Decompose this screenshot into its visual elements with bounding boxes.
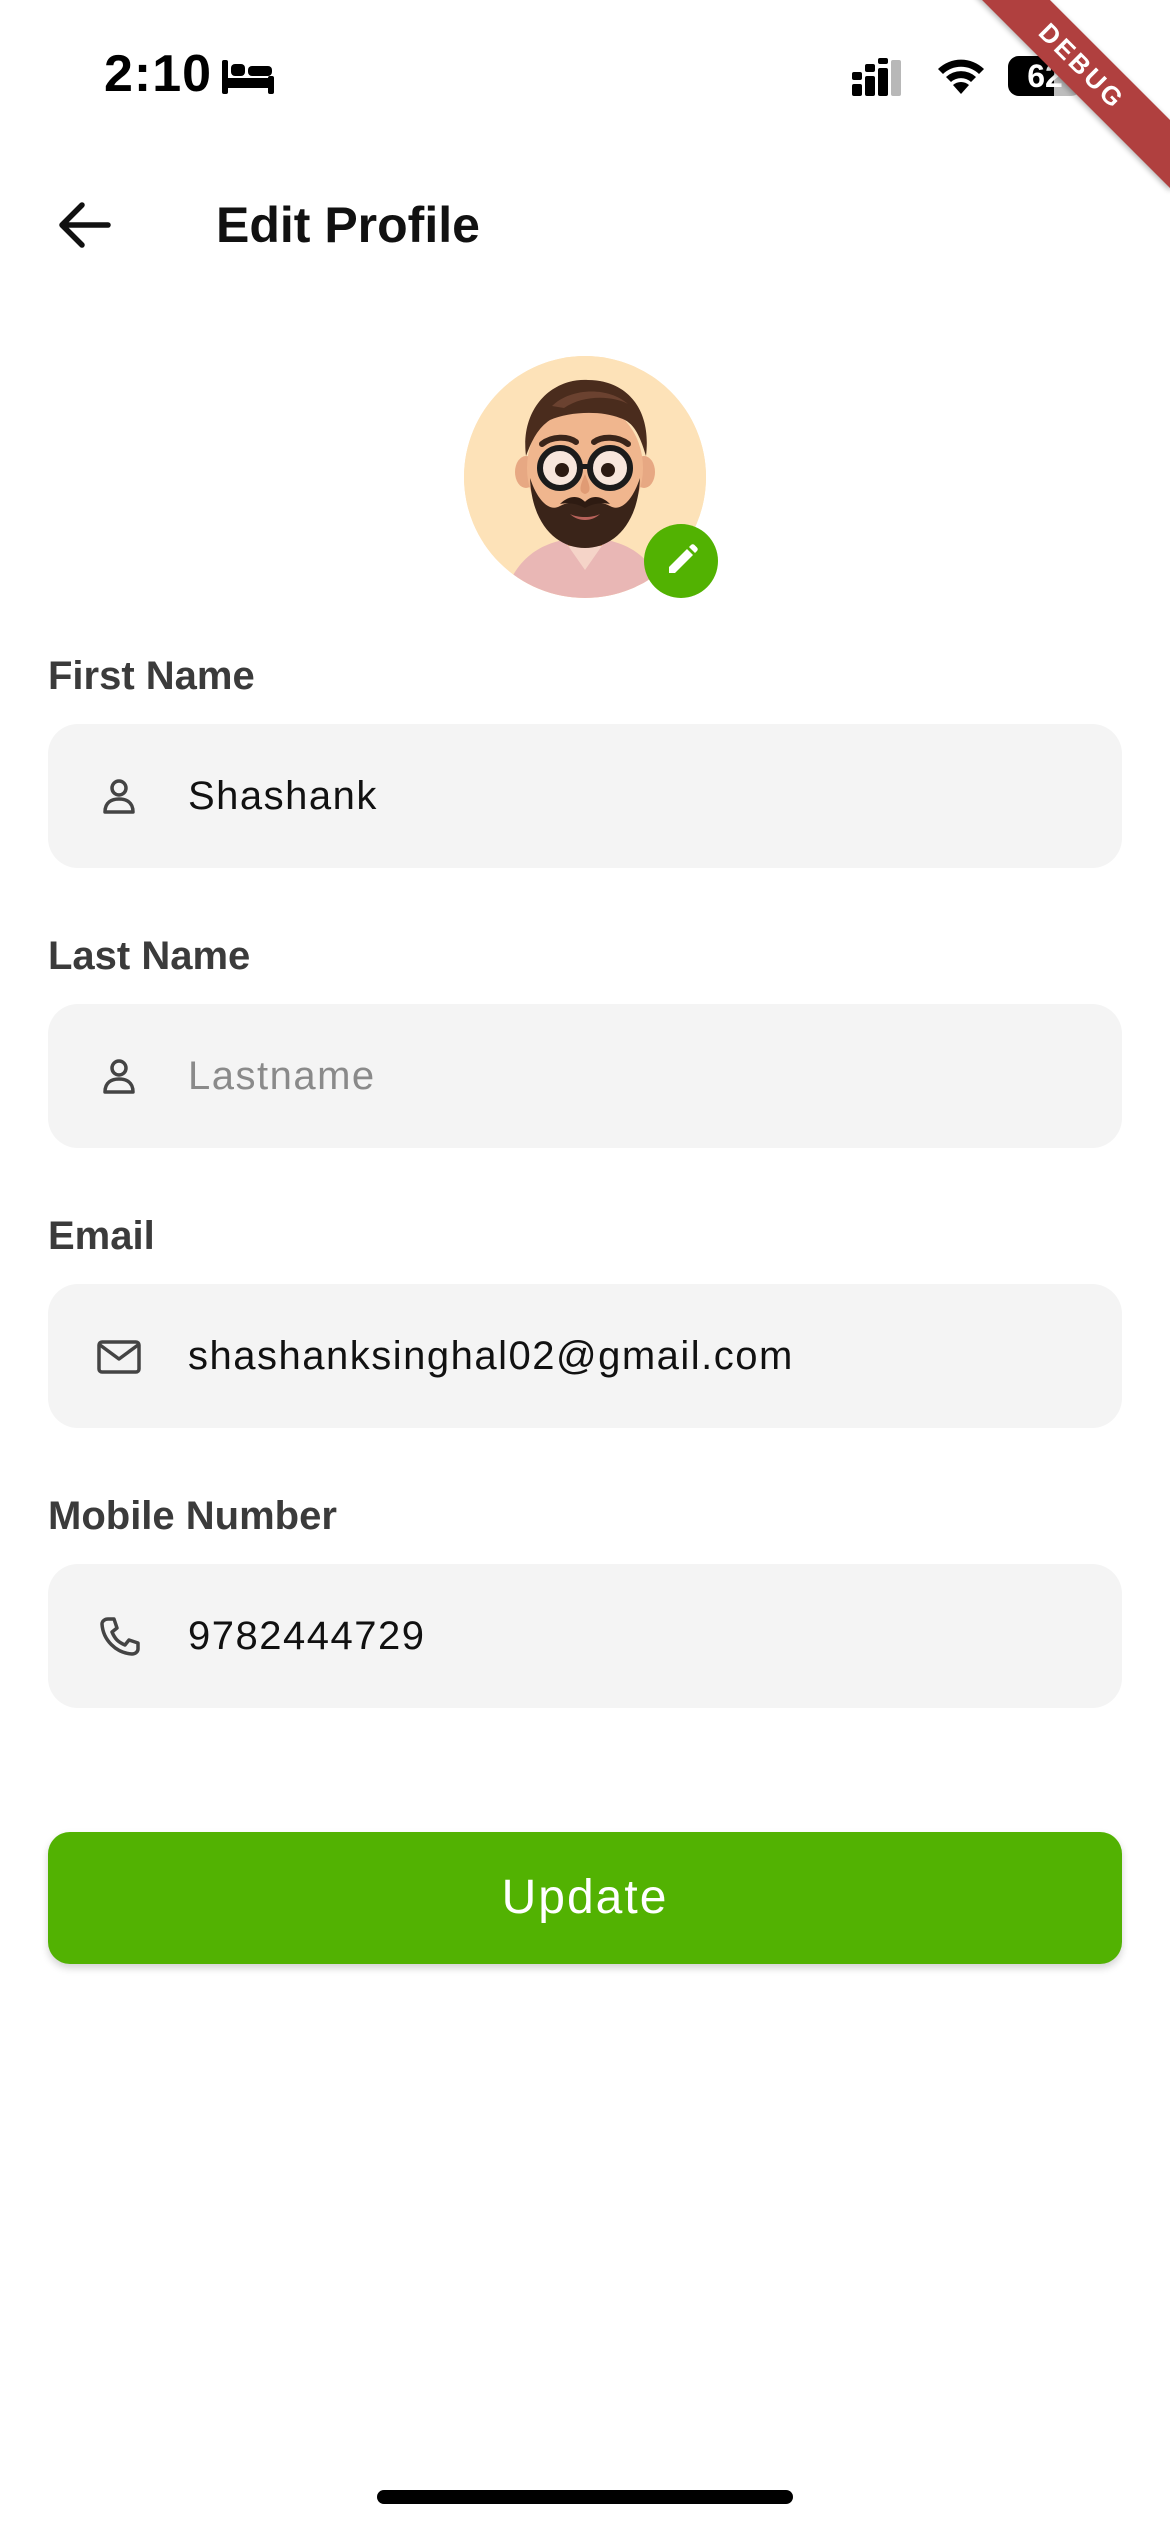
arrow-left-icon bbox=[59, 202, 111, 248]
last-name-input[interactable]: Lastname bbox=[188, 1054, 1122, 1099]
last-name-label: Last Name bbox=[48, 934, 251, 978]
app-bar: Edit Profile bbox=[0, 170, 1170, 280]
status-bar: 2:10 62 DEBUG bbox=[0, 0, 1170, 190]
mobile-number-input[interactable]: 9782444729 bbox=[188, 1614, 1122, 1659]
page-title: Edit Profile bbox=[216, 197, 480, 253]
first-name-group: First Name Shashank bbox=[48, 636, 1122, 868]
mail-icon bbox=[96, 1333, 142, 1379]
first-name-label: First Name bbox=[48, 654, 255, 698]
email-input[interactable]: shashanksinghal02@gmail.com bbox=[188, 1334, 1122, 1379]
last-name-group: Last Name Lastname bbox=[48, 916, 1122, 1148]
first-name-input[interactable]: Shashank bbox=[188, 774, 1122, 819]
mobile-number-group: Mobile Number 9782444729 bbox=[48, 1476, 1122, 1708]
email-field[interactable]: shashanksinghal02@gmail.com bbox=[48, 1284, 1122, 1428]
mobile-number-label: Mobile Number bbox=[48, 1494, 337, 1538]
back-button[interactable] bbox=[44, 192, 124, 258]
person-icon bbox=[96, 1053, 142, 1099]
person-icon bbox=[96, 773, 142, 819]
mobile-number-field[interactable]: 9782444729 bbox=[48, 1564, 1122, 1708]
update-button[interactable]: Update bbox=[48, 1832, 1122, 1964]
email-group: Email shashanksinghal02@gmail.com bbox=[48, 1196, 1122, 1428]
wifi-icon bbox=[938, 59, 984, 94]
profile-avatar-section bbox=[464, 356, 718, 598]
home-indicator[interactable] bbox=[377, 2490, 793, 2504]
edit-avatar-button[interactable] bbox=[644, 524, 718, 598]
last-name-field[interactable]: Lastname bbox=[48, 1004, 1122, 1148]
phone-icon bbox=[96, 1613, 142, 1659]
pencil-icon bbox=[669, 544, 698, 573]
bed-icon bbox=[222, 60, 274, 94]
profile-form: First Name Shashank Last Name Lastname E… bbox=[48, 636, 1122, 1756]
cellular-signal-icon bbox=[852, 58, 901, 96]
edit-profile-screen: 2:10 62 DEBUG Edit Profile First Name Sh… bbox=[0, 0, 1170, 2532]
email-label: Email bbox=[48, 1214, 155, 1258]
status-time: 2:10 bbox=[104, 45, 213, 103]
first-name-field[interactable]: Shashank bbox=[48, 724, 1122, 868]
